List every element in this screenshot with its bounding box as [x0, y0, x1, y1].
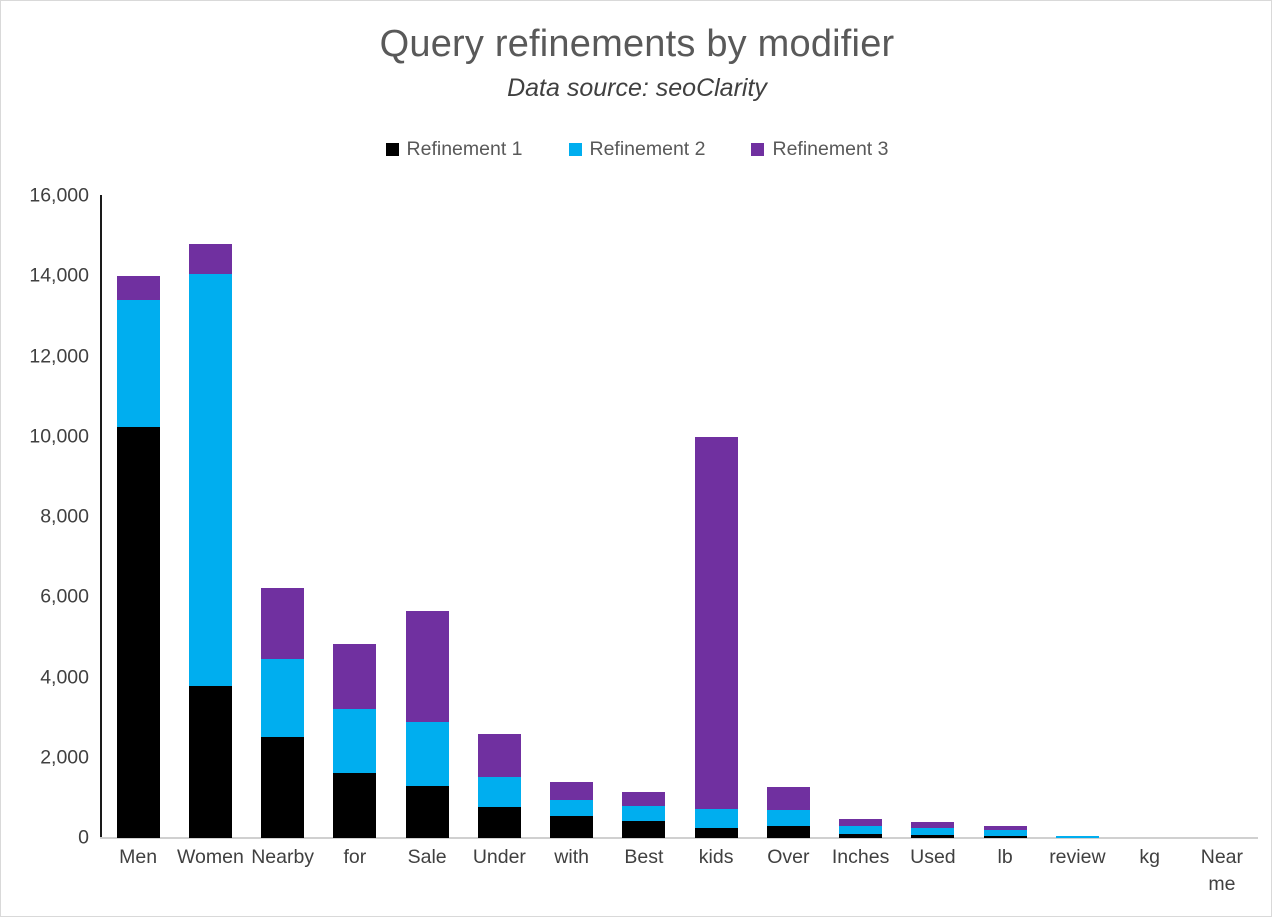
y-tick-label: 10,000: [29, 425, 89, 448]
bar-segment-series-2[interactable]: [911, 827, 955, 835]
bar-slot: [174, 196, 246, 838]
bar-segment-series-3[interactable]: [116, 276, 160, 301]
x-tick-label: with: [554, 846, 589, 868]
bar-segment-series-3[interactable]: [188, 244, 232, 275]
y-axis-tick-labels: 0 2,000 4,000 6,000 8,000 10,000 12,000 14,000 1…: [1, 185, 89, 849]
x-tick-label: kids: [698, 846, 734, 868]
bar-stack[interactable]: [550, 781, 594, 838]
plot-area: 0 2,000 4,000 6,000 8,000 10,000 12,000 14,000 1…: [1, 1, 1272, 918]
y-tick-label: 16,000: [29, 184, 89, 207]
y-tick-label: 6,000: [40, 585, 89, 608]
bar-slot: [536, 196, 608, 838]
bar-segment-series-2[interactable]: [622, 805, 666, 821]
x-tick-label: Used: [910, 846, 956, 868]
bar-slot: [1186, 196, 1258, 838]
x-tick-label: kg: [1139, 846, 1160, 868]
x-tick-label: Under: [472, 846, 526, 868]
x-tick-label: Inches: [831, 846, 890, 868]
x-tick-label: Nearby: [251, 846, 315, 868]
bar-slot: [825, 196, 897, 838]
bar-segment-series-1[interactable]: [911, 834, 955, 838]
bar-slot: [463, 196, 535, 838]
bar-segment-series-1[interactable]: [188, 686, 232, 838]
bar-slot: [247, 196, 319, 838]
bar-segment-series-2[interactable]: [477, 777, 521, 808]
x-tick-label: Men: [119, 846, 158, 868]
bar-segment-series-2[interactable]: [1055, 835, 1099, 838]
x-tick-label: lb: [997, 846, 1013, 868]
bar-slot: [680, 196, 752, 838]
bar-stack[interactable]: [333, 644, 377, 838]
bar-slot: [752, 196, 824, 838]
bar-segment-series-2[interactable]: [766, 809, 810, 827]
bar-segment-series-2[interactable]: [550, 799, 594, 816]
bar-segment-series-3[interactable]: [839, 819, 883, 826]
x-tick-label: review: [1049, 846, 1106, 868]
bar-slot: [969, 196, 1041, 838]
bar-slot: [102, 196, 174, 838]
bar-stack[interactable]: [911, 821, 955, 838]
x-tick-label: for: [343, 846, 367, 868]
bar-segment-series-2[interactable]: [694, 809, 738, 828]
bar-segment-series-2[interactable]: [839, 825, 883, 834]
bar-segment-series-3[interactable]: [550, 781, 594, 800]
bar-stack[interactable]: [766, 787, 810, 838]
bar-stack[interactable]: [116, 276, 160, 838]
bar-slot: [319, 196, 391, 838]
bar-slot: [1114, 196, 1186, 838]
bar-stack[interactable]: [983, 825, 1027, 838]
y-tick-label: 4,000: [40, 666, 89, 688]
bar-stack[interactable]: [477, 734, 521, 838]
bar-segment-series-3[interactable]: [622, 792, 666, 806]
bar-segment-series-2[interactable]: [261, 659, 305, 737]
bar-segment-series-3[interactable]: [261, 588, 305, 660]
y-tick-label: 12,000: [29, 345, 89, 367]
bar-slot: [391, 196, 463, 838]
bar-segment-series-1[interactable]: [116, 426, 160, 838]
bar-segment-series-1[interactable]: [333, 773, 377, 838]
bar-stack[interactable]: [1055, 835, 1099, 838]
bar-segment-series-1[interactable]: [766, 826, 810, 838]
x-tick-label: Best: [624, 846, 664, 868]
x-tick-label: Over: [767, 846, 810, 868]
bar-stack[interactable]: [694, 436, 738, 838]
y-tick-label: 2,000: [40, 746, 89, 769]
bar-segment-series-2[interactable]: [333, 708, 377, 773]
bar-stack[interactable]: [261, 588, 305, 838]
bar-segment-series-1[interactable]: [839, 834, 883, 838]
bar-segment-series-1[interactable]: [694, 827, 738, 838]
y-tick-label: 14,000: [29, 264, 89, 287]
bar-segment-series-3[interactable]: [694, 436, 738, 810]
bar-segment-series-2[interactable]: [188, 274, 232, 687]
bar-segment-series-3[interactable]: [766, 787, 810, 810]
y-tick-label: 8,000: [40, 505, 89, 528]
bar-stack[interactable]: [839, 819, 883, 838]
bar-segment-series-1[interactable]: [983, 835, 1027, 838]
bar-segment-series-1[interactable]: [477, 807, 521, 838]
x-tick-label: Sale: [407, 846, 447, 868]
bar-segment-series-1[interactable]: [622, 820, 666, 838]
bar-slot: [1041, 196, 1113, 838]
bar-segment-series-2[interactable]: [116, 300, 160, 427]
x-tick-label: Near me: [1200, 846, 1244, 895]
bar-stack[interactable]: [622, 792, 666, 838]
bar-stack[interactable]: [405, 610, 449, 838]
bar-segment-series-3[interactable]: [405, 610, 449, 723]
x-tick-label: Women: [176, 846, 244, 868]
bar-slot: [897, 196, 969, 838]
bar-slot: [608, 196, 680, 838]
chart-container: Query refinements by modifier Data sourc…: [0, 0, 1272, 917]
bar-segment-series-1[interactable]: [550, 815, 594, 838]
bar-segment-series-3[interactable]: [477, 734, 521, 778]
bar-stack[interactable]: [188, 244, 232, 838]
bar-segment-series-3[interactable]: [333, 644, 377, 709]
bar-segment-series-1[interactable]: [405, 786, 449, 838]
x-axis-tick-labels: Men Women Nearby for Sale Under with Best kids Ov…: [102, 844, 1258, 898]
bars-area: [102, 196, 1258, 838]
bar-segment-series-2[interactable]: [405, 722, 449, 787]
bar-segment-series-1[interactable]: [261, 736, 305, 838]
y-tick-label: 0: [78, 826, 89, 849]
